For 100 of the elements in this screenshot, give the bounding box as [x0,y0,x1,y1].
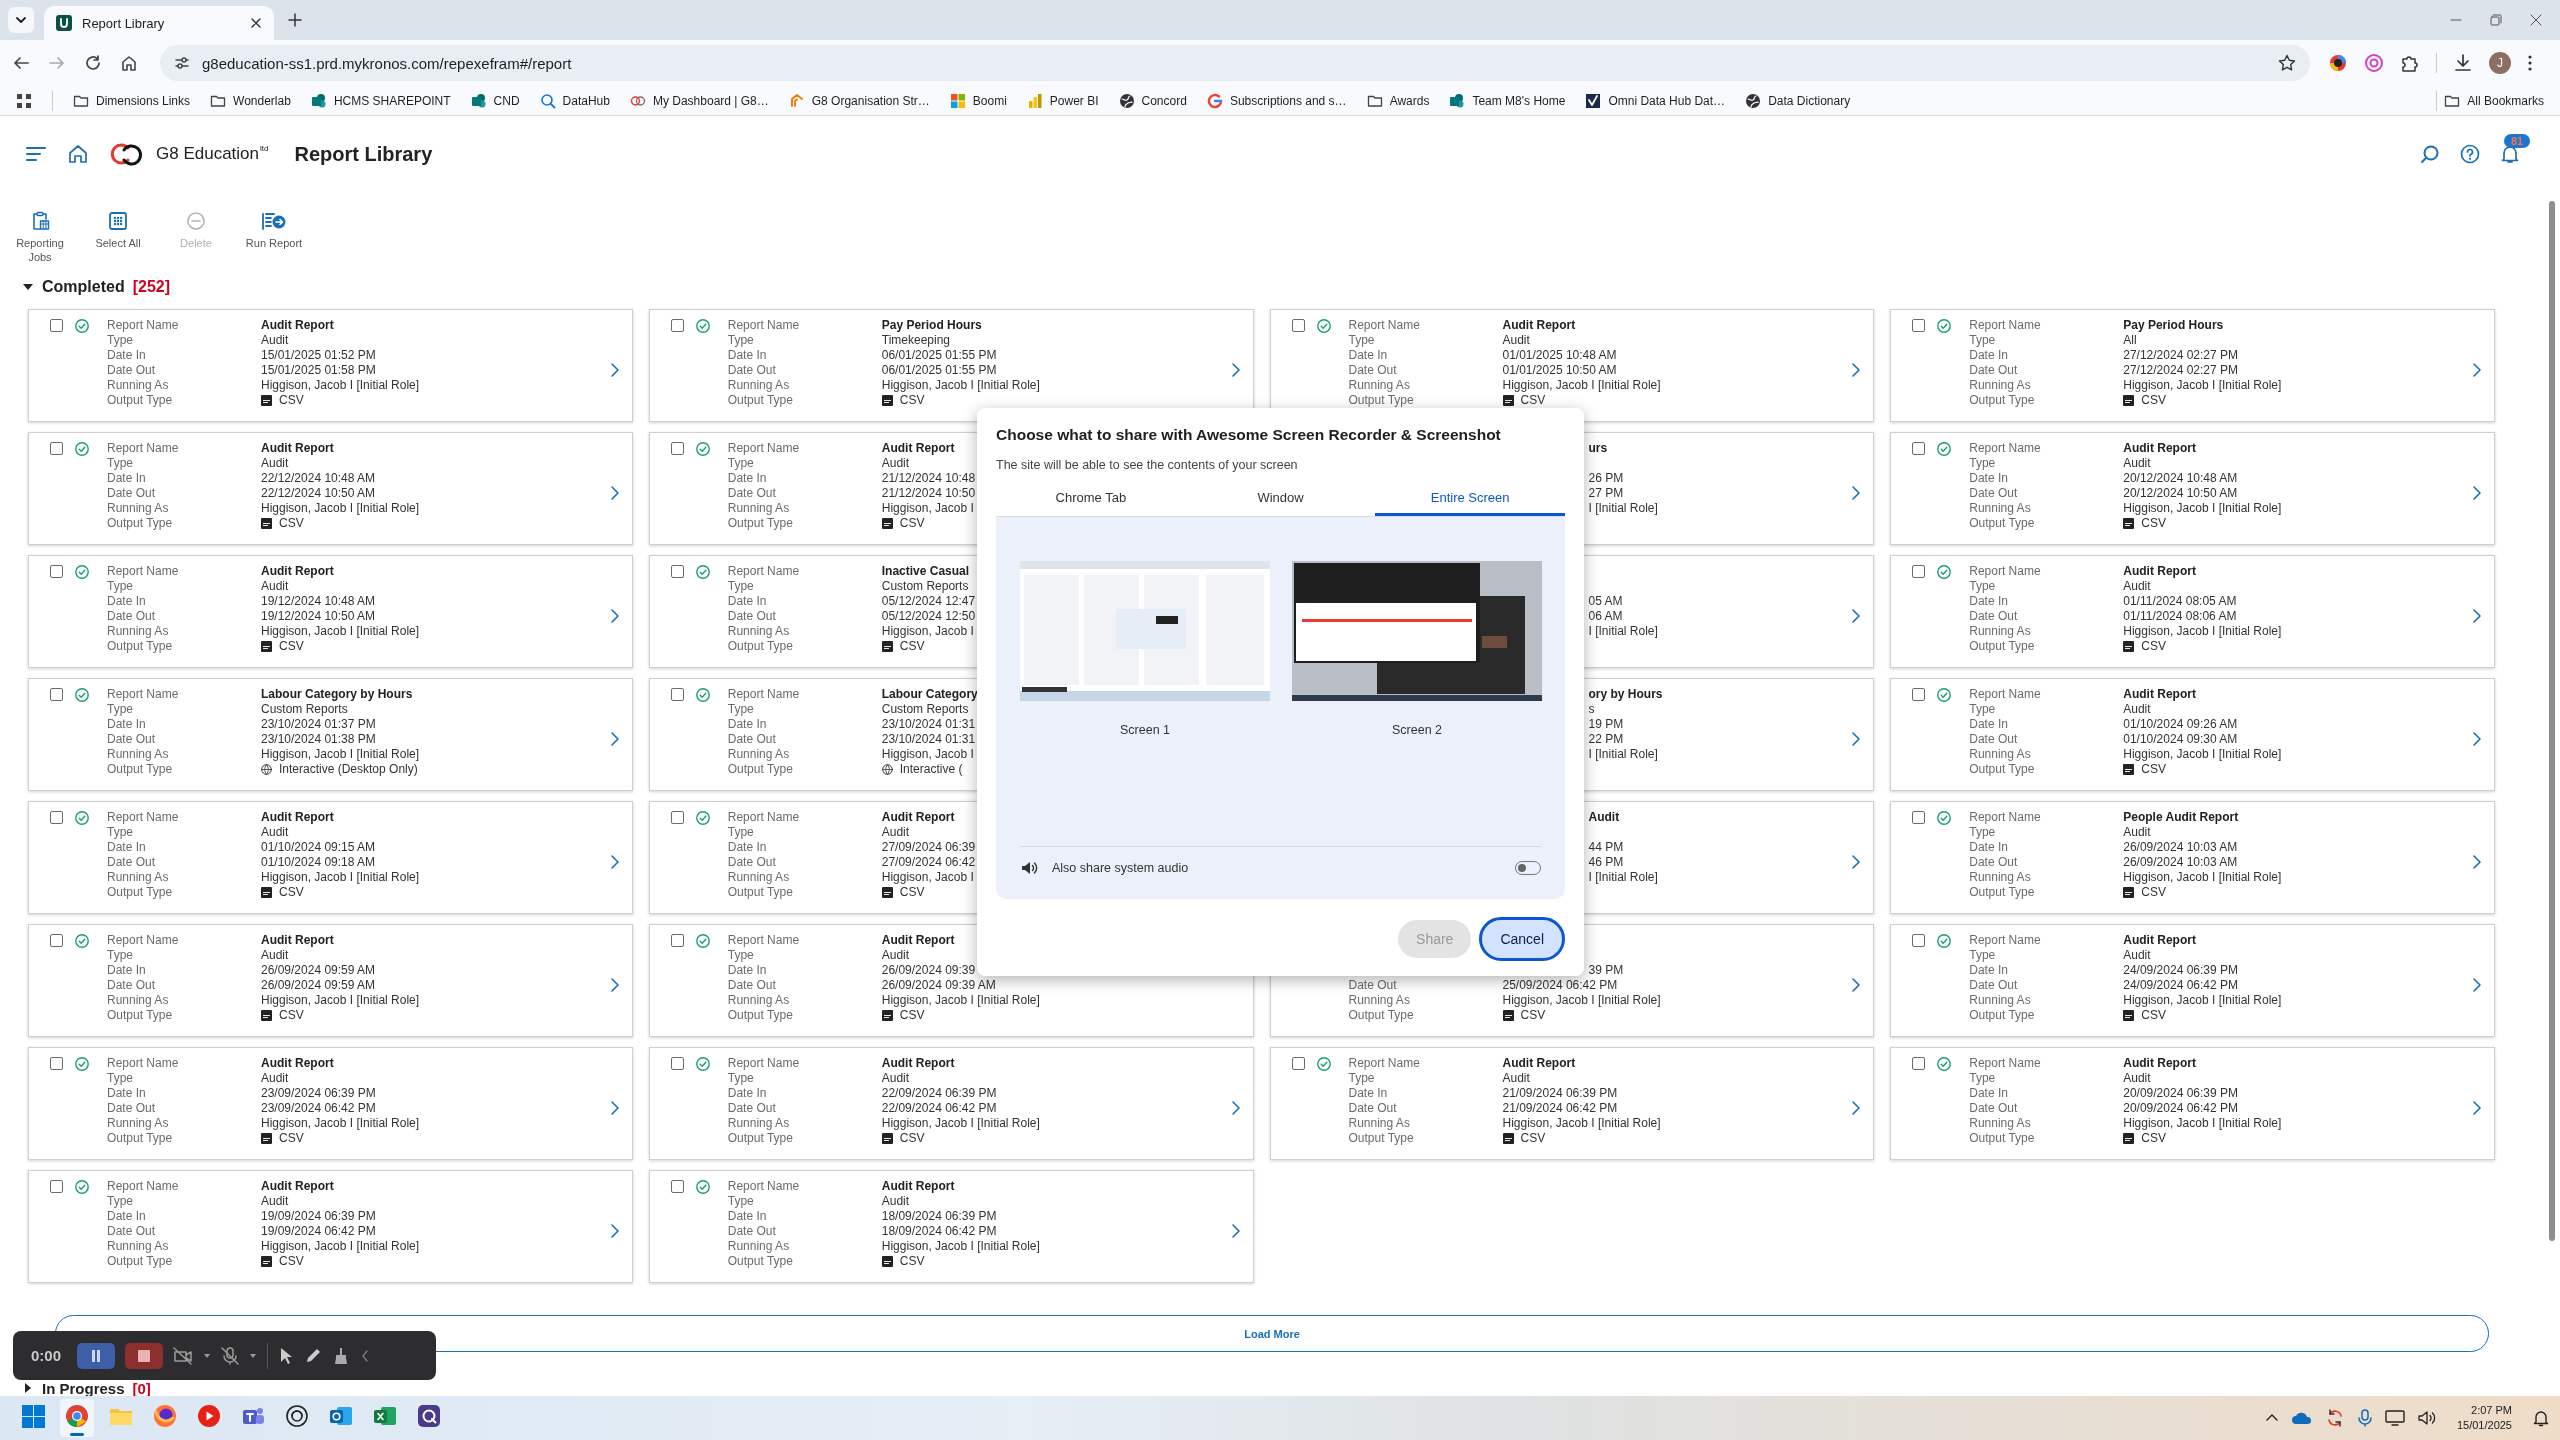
download-icon[interactable] [2453,53,2473,73]
chevron-right-icon[interactable] [1851,976,1862,993]
bookmark[interactable]: Subscriptions and s… [1229,93,1347,108]
ring-icon[interactable] [2328,53,2348,73]
back-icon[interactable] [12,54,30,72]
puzzle-icon[interactable] [2400,53,2420,73]
stop-button[interactable] [125,1342,163,1369]
apps-icon[interactable] [16,92,32,109]
chevron-right-icon[interactable] [1851,361,1862,378]
star-icon[interactable] [2278,54,2296,72]
chevron-right-icon[interactable] [609,853,620,870]
checkbox[interactable] [50,565,63,578]
checkbox[interactable] [1912,319,1926,332]
chevron-right-icon[interactable] [1230,1222,1241,1239]
bookmark[interactable]: HCMS SHAREPOINT [333,93,451,108]
mic-off-icon[interactable] [221,1346,239,1365]
bookmark[interactable]: Dimensions Links [96,93,191,108]
chevron-right-icon[interactable] [2472,730,2482,747]
checkbox[interactable] [1912,934,1926,947]
browser-icon[interactable] [60,1399,94,1437]
bookmark[interactable]: CND [493,93,520,108]
checkbox[interactable] [670,442,684,455]
chevron-right-icon[interactable] [609,607,620,624]
chevron-right-icon[interactable] [2472,1099,2482,1116]
bookmark[interactable]: Boomi [972,93,1007,108]
checkbox[interactable] [50,1057,63,1070]
browser-tab[interactable]: Report Library [44,6,274,40]
bookmark[interactable]: Concord [1141,93,1187,108]
chevron-right-icon[interactable] [609,361,620,378]
bell-icon[interactable] [2500,144,2520,164]
checkbox[interactable] [1291,1057,1305,1070]
chevron-right-icon[interactable] [609,1222,620,1239]
checkbox[interactable] [670,688,684,701]
bookmark[interactable]: Wonderlab [233,93,291,108]
chevron-right-icon[interactable] [1851,1099,1862,1116]
checkbox[interactable] [50,688,63,701]
checkbox[interactable] [670,565,684,578]
reload-icon[interactable] [84,54,102,72]
chevron-right-icon[interactable] [1230,361,1241,378]
chevron-right-icon[interactable] [609,484,620,501]
scrollbar[interactable] [2549,201,2555,1241]
toolbar-button[interactable]: Run Report [242,211,306,250]
close-icon[interactable] [250,17,262,29]
tab[interactable]: Window [1185,482,1376,516]
checkbox[interactable] [50,442,63,455]
checkbox[interactable] [1291,319,1305,332]
tab[interactable]: Chrome Tab [996,482,1186,516]
bookmark[interactable]: Data Dictionary [1768,93,1851,108]
bookmark[interactable]: My Dashboard | G8… [652,93,769,108]
plus-icon[interactable] [288,13,302,27]
volume-icon[interactable] [2416,1409,2437,1427]
chevron-right-icon[interactable] [2472,484,2482,501]
chevron-left-icon[interactable] [360,1348,370,1363]
brush-icon[interactable] [332,1346,350,1365]
chevron-right-icon[interactable] [2472,976,2482,993]
bookmark[interactable]: G8 Organisation Str… [811,93,930,108]
help-icon[interactable] [2460,144,2480,164]
checkbox[interactable] [670,1057,684,1070]
checkbox[interactable] [670,319,684,332]
chevron-right-icon[interactable] [609,976,620,993]
bell-icon[interactable] [2532,1409,2550,1427]
site-settings-icon[interactable] [174,55,190,71]
chevron-right-icon[interactable] [1851,607,1862,624]
bookmark[interactable]: Omni Data Hub Dat… [1608,93,1726,108]
chevron-right-icon[interactable] [1851,484,1862,501]
checkbox[interactable] [670,934,684,947]
search-icon[interactable] [2420,144,2440,164]
chevron-right-icon[interactable] [1851,853,1862,870]
checkbox[interactable] [1912,688,1926,701]
camera-off-icon[interactable] [173,1346,193,1365]
checkbox[interactable] [50,1180,63,1193]
monitor-icon[interactable] [2384,1409,2405,1427]
checkbox[interactable] [1912,1057,1926,1070]
bookmark[interactable]: Power BI [1049,93,1099,108]
pause-button[interactable] [77,1342,115,1369]
chevron-right-icon[interactable] [609,1099,620,1116]
checkbox[interactable] [670,811,684,824]
restore-icon[interactable] [2490,14,2502,26]
screen-label[interactable]: Screen 1 [1120,723,1170,737]
chevron-right-icon[interactable] [2472,853,2482,870]
checkbox[interactable] [1912,442,1926,455]
checkbox[interactable] [1912,565,1926,578]
mic-icon[interactable] [2356,1409,2373,1427]
toolbar-button[interactable]: Reporting Jobs [8,211,72,264]
bookmark[interactable]: Awards [1389,93,1430,108]
checkbox[interactable] [50,811,63,824]
tab-list-button[interactable] [8,7,34,33]
bookmark[interactable]: Team M8's Home [1472,93,1566,108]
dialog-button[interactable]: Cancel [1479,917,1565,961]
home-icon[interactable] [120,54,138,72]
address-bar[interactable]: g8education-ss1.prd.mykronos.com/repexefram#/report [160,45,2310,81]
cloud-icon[interactable] [2290,1410,2313,1426]
target-icon[interactable] [2364,53,2384,73]
home-icon[interactable] [68,144,88,164]
menu-icon[interactable] [26,146,46,162]
toolbar-button[interactable]: Select All [86,211,150,250]
profile-avatar[interactable]: J [2489,52,2511,74]
chevron-right-icon[interactable] [1851,730,1862,747]
menu-icon[interactable] [2527,54,2533,72]
pointer-icon[interactable] [278,1346,294,1365]
